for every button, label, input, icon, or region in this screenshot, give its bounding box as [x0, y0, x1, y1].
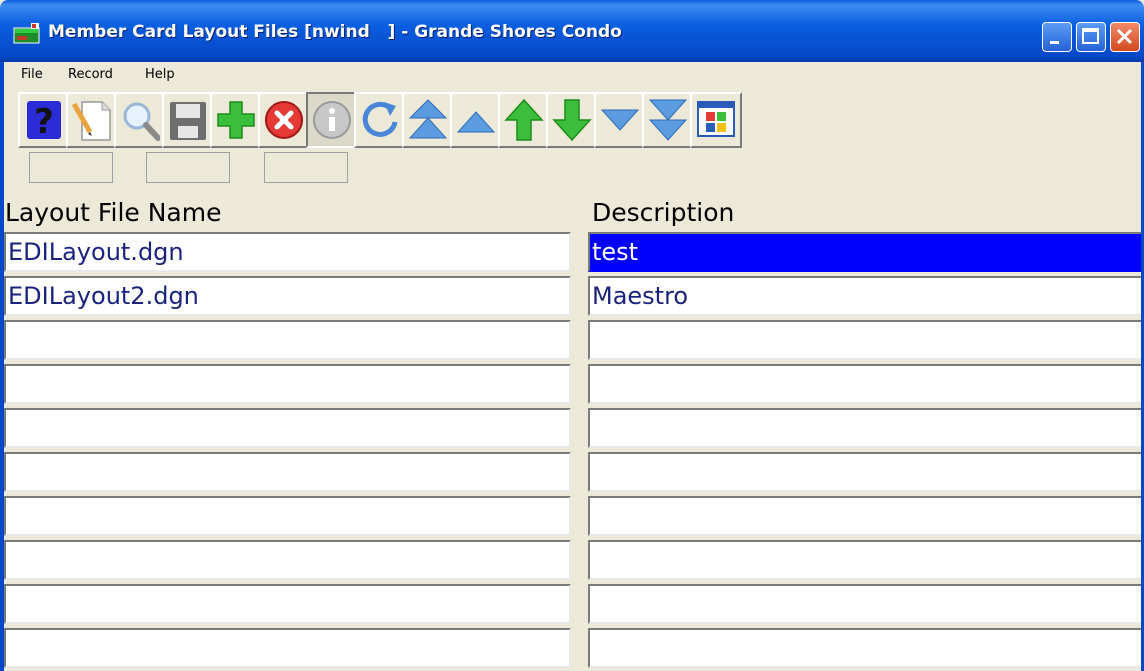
- save-icon: [170, 102, 206, 140]
- status-box-1: [29, 152, 113, 183]
- layout-file-name-cell[interactable]: [4, 540, 571, 580]
- minimize-button[interactable]: [1042, 22, 1072, 52]
- title-bar[interactable]: Member Card Layout Files [nwind ] - Gran…: [0, 0, 1144, 62]
- description-cell[interactable]: [588, 452, 1144, 492]
- layout-file-name-cell[interactable]: [4, 408, 571, 448]
- description-cell[interactable]: [588, 584, 1144, 624]
- add-button[interactable]: [210, 92, 262, 148]
- add-icon: [217, 101, 255, 139]
- column-header-layout-file-name: Layout File Name: [5, 198, 222, 227]
- menu-record[interactable]: Record: [68, 67, 113, 82]
- next-page-icon: [600, 109, 640, 131]
- app-window: Member Card Layout Files [nwind ] - Gran…: [0, 0, 1144, 671]
- menu-file[interactable]: File: [21, 67, 43, 82]
- app-icon: [13, 23, 40, 44]
- delete-button[interactable]: [258, 92, 310, 148]
- find-button[interactable]: [114, 92, 166, 148]
- window-left-border: [0, 62, 4, 671]
- last-record-button[interactable]: [642, 92, 694, 148]
- description-cell[interactable]: test: [588, 232, 1144, 272]
- previous-record-icon: [504, 98, 544, 141]
- refresh-icon: [362, 101, 398, 137]
- previous-page-icon: [456, 111, 496, 133]
- minimize-icon: [1050, 41, 1059, 44]
- close-icon: [1116, 28, 1133, 45]
- first-record-icon: [408, 99, 448, 139]
- windows-app-icon: [697, 101, 735, 137]
- column-header-description: Description: [592, 198, 735, 227]
- description-cell[interactable]: [588, 408, 1144, 448]
- info-button[interactable]: [306, 92, 358, 148]
- layout-file-name-cell[interactable]: [4, 320, 571, 360]
- layout-file-name-cell[interactable]: [4, 364, 571, 404]
- close-button[interactable]: [1110, 22, 1140, 52]
- help-button[interactable]: ?: [18, 92, 70, 148]
- description-cell[interactable]: [588, 540, 1144, 580]
- next-record-button[interactable]: [546, 92, 598, 148]
- previous-page-button[interactable]: [450, 92, 502, 148]
- description-cell[interactable]: [588, 320, 1144, 360]
- status-box-3: [264, 152, 348, 183]
- menu-bar: File Record Help: [0, 62, 1144, 88]
- delete-icon: [265, 101, 303, 139]
- windows-app-button[interactable]: [690, 92, 742, 148]
- description-cell[interactable]: [588, 628, 1144, 668]
- layout-file-name-cell[interactable]: [4, 584, 571, 624]
- description-cell[interactable]: [588, 496, 1144, 536]
- description-cell[interactable]: [588, 364, 1144, 404]
- status-box-2: [146, 152, 230, 183]
- description-cell[interactable]: Maestro: [588, 276, 1144, 316]
- menu-help[interactable]: Help: [145, 67, 175, 82]
- first-record-button[interactable]: [402, 92, 454, 148]
- window-title: Member Card Layout Files [nwind ] - Gran…: [48, 22, 622, 42]
- new-button[interactable]: [66, 92, 118, 148]
- layout-file-name-cell[interactable]: [4, 452, 571, 492]
- search-icon: [123, 102, 160, 141]
- layout-file-name-cell[interactable]: EDILayout2.dgn: [4, 276, 571, 316]
- layout-file-name-cell[interactable]: [4, 628, 571, 668]
- save-button[interactable]: [162, 92, 214, 148]
- previous-record-button[interactable]: [498, 92, 550, 148]
- info-icon: [313, 101, 351, 139]
- refresh-button[interactable]: [354, 92, 406, 148]
- help-icon: ?: [27, 101, 61, 142]
- layout-file-name-cell[interactable]: [4, 496, 571, 536]
- next-record-icon: [552, 99, 592, 142]
- next-page-button[interactable]: [594, 92, 646, 148]
- last-record-icon: [648, 99, 688, 141]
- maximize-icon: [1082, 28, 1099, 44]
- new-document-icon: [72, 101, 111, 141]
- svg-text:?: ?: [34, 102, 54, 142]
- layout-file-name-cell[interactable]: EDILayout.dgn: [4, 232, 571, 272]
- maximize-button[interactable]: [1076, 22, 1106, 52]
